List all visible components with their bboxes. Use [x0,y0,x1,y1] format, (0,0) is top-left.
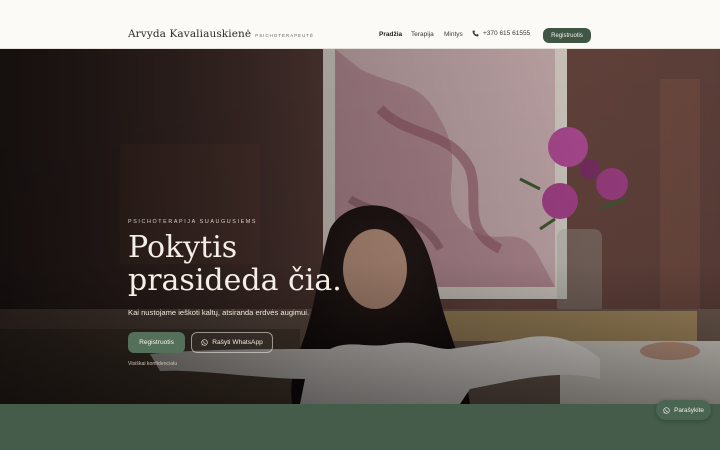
brand-name: Arvyda Kavaliauskienė [128,28,252,40]
hero-section: PSICHOTERAPIJA SUAUGUSIEMS Pokytis prasi… [0,49,720,404]
brand-tagline: PSICHOTERAPEUTĖ [255,33,314,38]
nav-item-mintys[interactable]: Mintys [444,31,463,38]
chat-button-label: Parašykite [674,406,704,414]
floating-chat-button[interactable]: Parašykite [656,400,711,420]
hero-eyebrow: PSICHOTERAPIJA SUAUGUSIEMS [128,219,258,225]
header-register-button[interactable]: Registruotis [543,28,591,43]
headline-line-2: prasideda čia. [128,263,342,298]
brand[interactable]: Arvyda Kavaliauskienė PSICHOTERAPEUTĖ [128,28,314,40]
hero-subline: Kai nustojame ieškoti kaltų, atsiranda e… [128,308,310,317]
privacy-note: Visiškai konfidencialu [128,361,178,367]
whatsapp-icon [201,339,208,346]
nav-item-terapija[interactable]: Terapija [411,31,434,38]
phone-number: +370 615 61555 [483,30,531,37]
next-section-band [0,404,720,450]
phone-link[interactable]: +370 615 61555 [472,30,530,37]
headline-line-1: Pokytis [128,230,238,265]
whatsapp-button[interactable]: Rašyti WhatsApp [191,332,273,353]
whatsapp-icon [663,406,670,414]
hero-headline: Pokytis prasideda čia. [128,231,342,297]
phone-icon [472,30,479,37]
hero-photo [0,49,720,404]
site-header: Arvyda Kavaliauskienė PSICHOTERAPEUTĖ Pr… [0,0,720,49]
nav-item-pradzia[interactable]: Pradžia [379,31,402,38]
whatsapp-button-label: Rašyti WhatsApp [212,339,263,346]
hero-register-button[interactable]: Registruotis [128,332,185,353]
